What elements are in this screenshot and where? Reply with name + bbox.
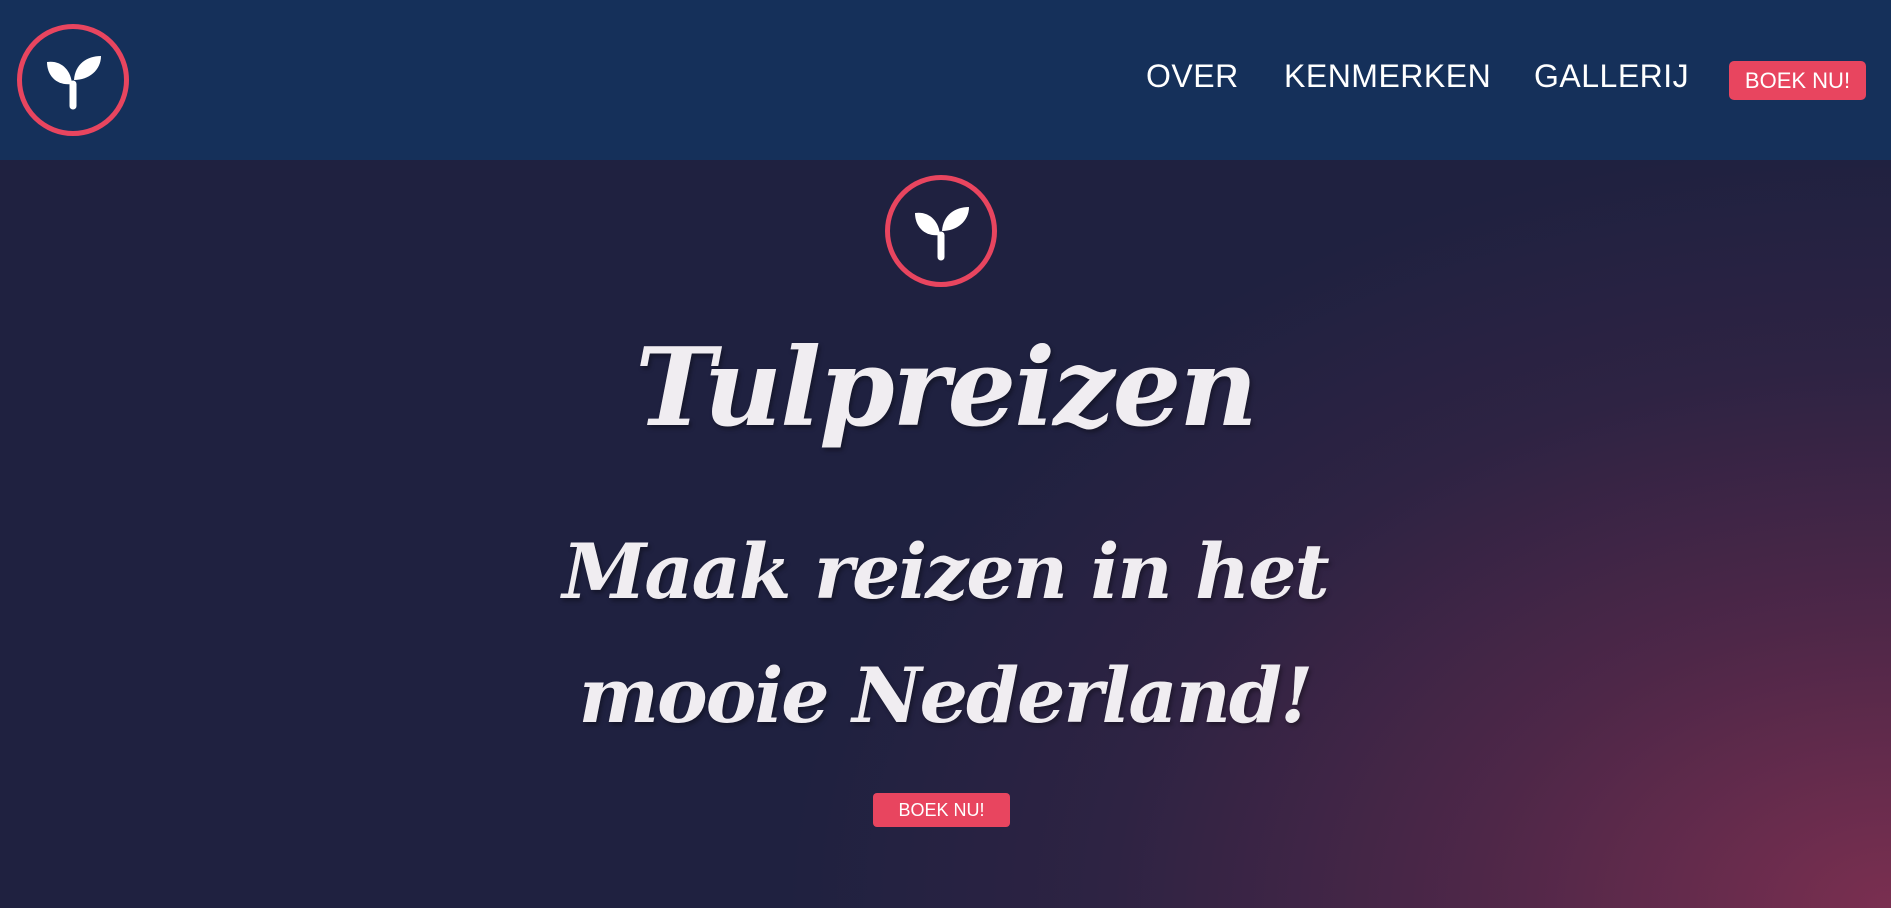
- hero-tagline: Maak reizen in het mooie Nederland!: [562, 527, 1330, 740]
- nav-link-over[interactable]: OVER: [1146, 56, 1239, 96]
- sprout-icon: [47, 56, 101, 110]
- header-logo[interactable]: [17, 24, 129, 136]
- nav-link-kenmerken[interactable]: KENMERKEN: [1284, 56, 1491, 96]
- nav-link-gallerij[interactable]: GALLERIJ: [1534, 56, 1689, 96]
- hero-logo: [885, 175, 997, 287]
- book-now-header-button[interactable]: BOEK NU!: [1729, 61, 1866, 100]
- book-now-hero-button[interactable]: BOEK NU!: [873, 793, 1010, 827]
- sprout-icon: [915, 207, 969, 261]
- hero-title: Tulpreizen: [635, 325, 1258, 451]
- site-header: OVER KENMERKEN GALLERIJ BOEK NU!: [0, 0, 1891, 160]
